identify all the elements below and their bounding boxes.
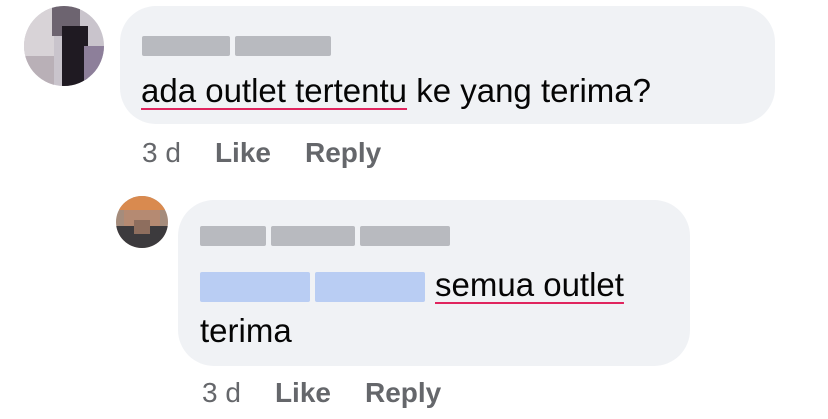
author-name-blur: [142, 36, 230, 56]
author-name-blur: [200, 226, 266, 246]
comment-timestamp[interactable]: 3 d: [142, 137, 181, 169]
like-button[interactable]: Like: [275, 377, 331, 409]
avatar-pixel: [84, 46, 104, 86]
like-button[interactable]: Like: [215, 137, 271, 169]
mention-blur: [200, 272, 310, 303]
mention-blur: [315, 272, 425, 303]
reply-actions: 3 d Like Reply: [202, 377, 441, 409]
comment-text-rest: ke yang terima?: [407, 72, 651, 109]
avatar-pixel: [134, 220, 150, 234]
avatar-pixel: [116, 196, 168, 210]
reply-button[interactable]: Reply: [305, 137, 381, 169]
comment-text-underlined: ada outlet tertentu: [141, 72, 408, 109]
author-name[interactable]: [200, 226, 450, 246]
reply-timestamp[interactable]: 3 d: [202, 377, 241, 409]
comment-text: ada outlet tertentu ke yang terima?: [141, 68, 651, 114]
avatar-pixel: [24, 56, 54, 86]
reply-text-underlined: semua outlet: [435, 266, 624, 303]
avatar[interactable]: [24, 6, 104, 86]
author-name-blur: [271, 226, 355, 246]
author-name-blur: [360, 226, 450, 246]
author-name-blur: [235, 36, 331, 56]
mention-link[interactable]: [200, 272, 425, 303]
comment-actions: 3 d Like Reply: [142, 137, 381, 169]
reply-text-line2: terima: [200, 312, 292, 349]
avatar[interactable]: [116, 196, 168, 248]
author-name[interactable]: [142, 36, 331, 56]
reply-button[interactable]: Reply: [365, 377, 441, 409]
reply-text-line1: semua outlet: [200, 262, 624, 308]
